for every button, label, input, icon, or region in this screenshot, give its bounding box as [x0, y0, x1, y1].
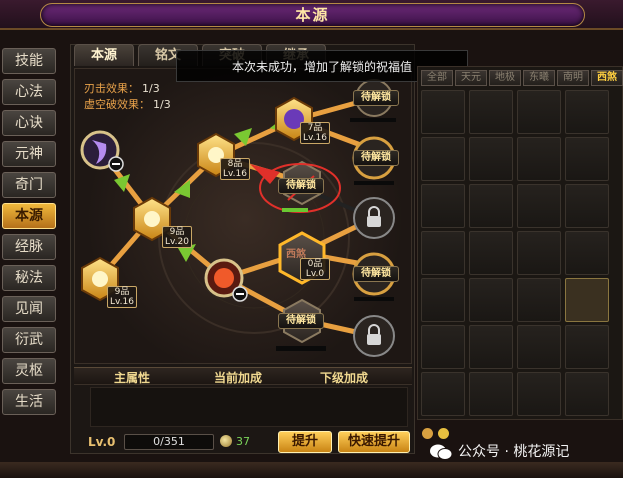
node-1-grade: 9品	[114, 287, 130, 297]
inventory-slot[interactable]	[421, 231, 465, 275]
node-xisha-badge: 西煞	[286, 249, 306, 260]
node-3-grade: 8品	[227, 159, 243, 169]
node-label-4: 7品 Lv.16	[300, 122, 330, 144]
inventory-slot[interactable]	[517, 325, 561, 369]
node-label-2: 9品 Lv.20	[162, 226, 192, 248]
node-3-level: Lv.16	[223, 169, 247, 179]
gem-count: 37	[236, 435, 250, 448]
node-label-1: 9品 Lv.16	[107, 286, 137, 308]
inventory-slot[interactable]	[565, 137, 609, 181]
inventory-slot[interactable]	[565, 184, 609, 228]
menu-item-mifa[interactable]: 秘法	[2, 265, 56, 291]
col-next-bonus: 下级加成	[320, 371, 369, 385]
menu-item-skill[interactable]: 技能	[2, 48, 56, 74]
inventory-slot[interactable]	[469, 372, 513, 416]
progress-arrows	[114, 116, 288, 262]
filter-diji[interactable]: 地极	[489, 70, 521, 86]
attribute-table-header: 主属性 当前加成 下级加成	[74, 367, 412, 385]
col-main-attr: 主属性	[114, 371, 151, 385]
filter-xisha[interactable]: 西煞	[591, 70, 623, 86]
inventory-slot[interactable]	[517, 137, 561, 181]
inventory-slot[interactable]	[565, 231, 609, 275]
red-arrow-icon	[250, 164, 280, 184]
exp-bar: 0/351	[124, 434, 214, 450]
window-title: 本源	[40, 3, 585, 27]
padlock-icon	[353, 197, 395, 239]
lock-pill-right-2[interactable]: 待解锁	[353, 150, 399, 166]
filter-all[interactable]: 全部	[421, 70, 453, 86]
bottom-decoration	[0, 462, 623, 478]
inventory-slot[interactable]	[517, 231, 561, 275]
inventory-slot[interactable]	[565, 325, 609, 369]
inventory-slot[interactable]	[469, 184, 513, 228]
inventory-slot[interactable]	[469, 278, 513, 322]
lock-small-icon[interactable]	[422, 428, 433, 439]
menu-item-yuanshen[interactable]: 元神	[2, 141, 56, 167]
col-current-bonus: 当前加成	[214, 371, 263, 385]
wechat-icon	[430, 444, 452, 460]
quick-upgrade-button[interactable]: 快速提升	[338, 431, 410, 453]
inventory-slot[interactable]	[421, 184, 465, 228]
filter-dongxi[interactable]: 东曦	[523, 70, 555, 86]
inventory-slot[interactable]	[565, 278, 609, 322]
lock-pill-right-4[interactable]: 待解锁	[353, 266, 399, 282]
node-start	[80, 130, 124, 172]
lock-pill-upper[interactable]: 待解锁	[278, 178, 324, 194]
menu-item-jingmai[interactable]: 经脉	[2, 234, 56, 260]
node-sun	[204, 258, 248, 302]
skill-tree-graph	[80, 79, 396, 357]
node-4-grade: 7品	[307, 123, 323, 133]
menu-item-life[interactable]: 生活	[2, 389, 56, 415]
node-2-level: Lv.20	[165, 237, 189, 247]
title-bar: 本源	[0, 0, 623, 30]
node-5-level: Lv.0	[305, 269, 325, 279]
level-label: Lv.0	[88, 435, 116, 449]
inventory-slot[interactable]	[421, 90, 465, 134]
gem-icon	[220, 435, 232, 447]
inventory-slot[interactable]	[421, 325, 465, 369]
node-label-3: 8品 Lv.16	[220, 158, 250, 180]
inventory-slot[interactable]	[517, 278, 561, 322]
menu-item-yanwu[interactable]: 衍武	[2, 327, 56, 353]
lock-pill-lower[interactable]: 待解锁	[278, 313, 324, 329]
coin-small-icon[interactable]	[438, 428, 449, 439]
menu-item-benyuan[interactable]: 本源	[2, 203, 56, 229]
inventory-slot[interactable]	[517, 372, 561, 416]
node-4-level: Lv.16	[303, 133, 327, 143]
bottom-bar: Lv.0 0/351 37 提升 快速提升	[74, 430, 412, 454]
node-2-grade: 9品	[169, 227, 185, 237]
node-1-level: Lv.16	[110, 297, 134, 307]
watermark-text: 公众号 · 桃花源记	[458, 444, 570, 460]
tab-benyuan[interactable]: 本源	[74, 44, 134, 66]
lock-pill-right-1[interactable]: 待解锁	[353, 90, 399, 106]
inventory-slot[interactable]	[517, 184, 561, 228]
menu-item-jianwen[interactable]: 见闻	[2, 296, 56, 322]
filter-nanming[interactable]: 南明	[557, 70, 589, 86]
menu-item-qimen[interactable]: 奇门	[2, 172, 56, 198]
node-5-grade: 0品	[307, 259, 323, 269]
padlock-icon	[353, 315, 395, 357]
inventory-slot[interactable]	[469, 137, 513, 181]
inventory-slot[interactable]	[469, 231, 513, 275]
inventory-slot[interactable]	[421, 372, 465, 416]
inventory-slot[interactable]	[469, 90, 513, 134]
upgrade-button[interactable]: 提升	[278, 431, 332, 453]
menu-item-lingshu[interactable]: 灵枢	[2, 358, 56, 384]
inventory-slot[interactable]	[421, 278, 465, 322]
inventory-slot[interactable]	[565, 372, 609, 416]
filter-tianyuan[interactable]: 天元	[455, 70, 487, 86]
inventory-slot[interactable]	[565, 90, 609, 134]
inventory-slot[interactable]	[517, 90, 561, 134]
inventory-slot[interactable]	[421, 137, 465, 181]
watermark: 公众号 · 桃花源记	[430, 440, 569, 464]
menu-item-xinjue[interactable]: 心诀	[2, 110, 56, 136]
node-label-5: 0品 Lv.0	[300, 258, 330, 280]
menu-item-xinfa[interactable]: 心法	[2, 79, 56, 105]
inventory-slot[interactable]	[469, 325, 513, 369]
attribute-table-body	[90, 387, 408, 427]
